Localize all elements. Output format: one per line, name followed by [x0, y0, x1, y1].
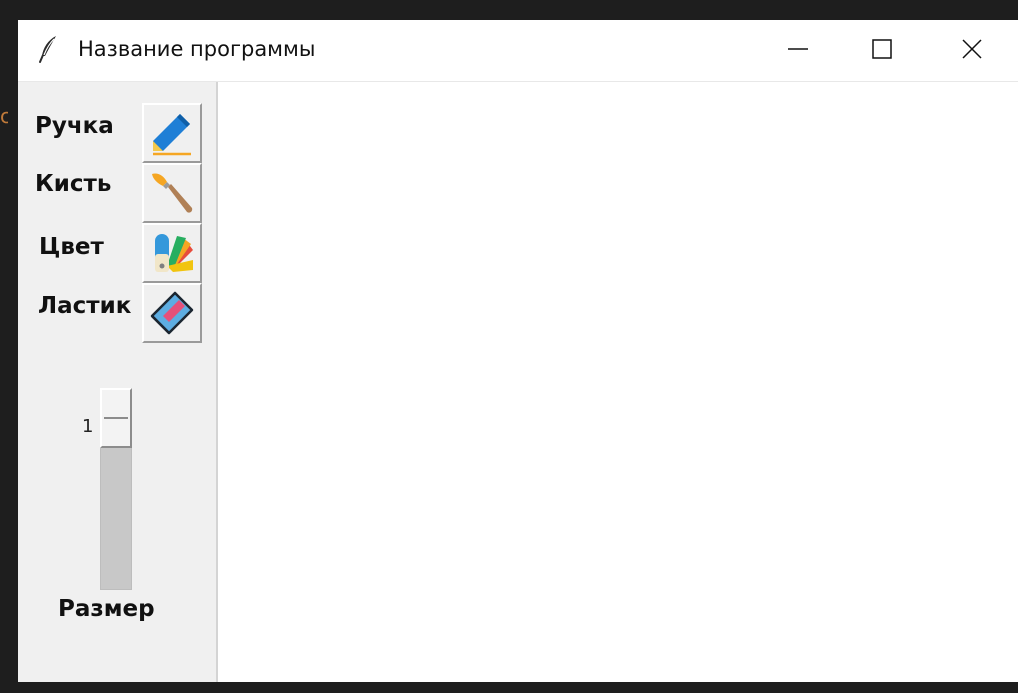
close-button[interactable]: [926, 20, 1018, 78]
minimize-icon: [787, 38, 809, 60]
size-slider-value: 1: [82, 416, 94, 437]
pen-icon: [149, 110, 195, 156]
tool-label-eraser: Ластик: [38, 293, 132, 319]
minimize-button[interactable]: [752, 20, 844, 78]
close-icon: [961, 38, 983, 60]
tool-label-pen: Ручка: [35, 113, 114, 139]
brush-button[interactable]: [142, 163, 202, 223]
background-stray-text: c: [0, 104, 8, 124]
color-palette-icon: [149, 230, 195, 276]
color-button[interactable]: [142, 223, 202, 283]
size-slider-thumb[interactable]: [100, 388, 132, 448]
app-window: Название программы Ручка Кисть Цвет Ласт…: [18, 20, 1018, 682]
window-title: Название программы: [78, 37, 316, 61]
pen-button[interactable]: [142, 103, 202, 163]
tool-sidebar: Ручка Кисть Цвет Ластик 1 Размер: [18, 82, 218, 682]
drawing-canvas[interactable]: [218, 82, 1018, 682]
tool-label-color: Цвет: [39, 234, 104, 260]
size-slider[interactable]: [100, 388, 132, 590]
feather-icon: [37, 34, 61, 64]
eraser-button[interactable]: [142, 283, 202, 343]
brush-icon: [149, 170, 195, 216]
size-label: Размер: [58, 596, 155, 622]
tool-label-brush: Кисть: [35, 171, 112, 197]
title-bar[interactable]: Название программы: [18, 20, 1018, 82]
eraser-icon: [149, 290, 195, 336]
maximize-icon: [871, 38, 893, 60]
maximize-button[interactable]: [836, 20, 928, 78]
